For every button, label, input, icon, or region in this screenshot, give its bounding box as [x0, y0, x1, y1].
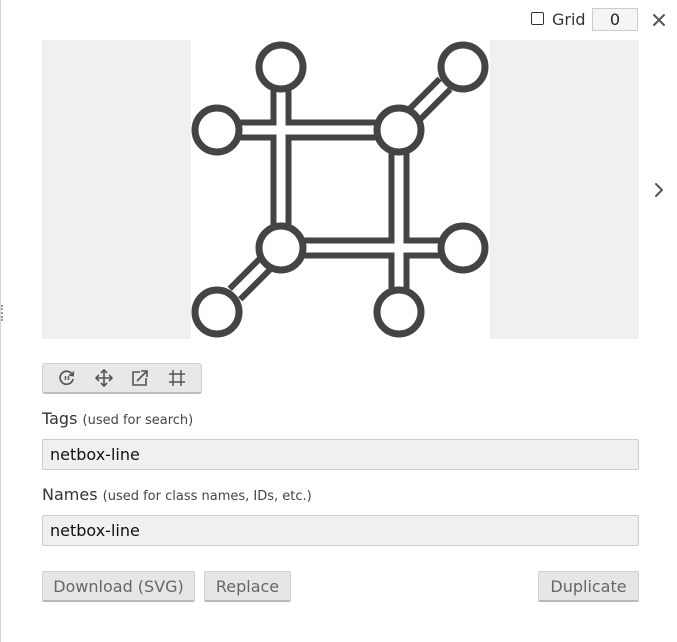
tags-hint: (used for search): [82, 413, 194, 428]
scale-button[interactable]: [128, 366, 152, 390]
icon-preview: [42, 40, 639, 339]
move-icon: [94, 369, 113, 387]
icon-editor-modal: Grid 0 Tags (used for search) netbox-lin…: [0, 0, 677, 642]
names-label-text: Names: [42, 485, 98, 504]
tags-input[interactable]: [42, 439, 639, 470]
tags-label-text: Tags: [42, 409, 78, 428]
chevron-right-icon: [655, 183, 663, 197]
replace-button[interactable]: Replace: [204, 571, 291, 602]
next-icon-button[interactable]: [651, 180, 667, 200]
names-input[interactable]: [42, 515, 639, 546]
tags-label: Tags (used for search): [42, 409, 193, 431]
close-icon: [653, 14, 665, 26]
grid-label: Grid: [552, 10, 586, 29]
preview-canvas: [191, 40, 490, 339]
rotate-button[interactable]: [55, 366, 79, 390]
scale-icon: [132, 370, 149, 386]
resize-handle[interactable]: [1, 305, 5, 321]
names-hint: (used for class names, IDs, etc.): [102, 489, 312, 504]
duplicate-button[interactable]: Duplicate: [538, 571, 639, 602]
grid-checkbox[interactable]: [531, 12, 544, 25]
crop-grid-icon: [168, 370, 185, 386]
move-button[interactable]: [92, 366, 116, 390]
names-label: Names (used for class names, IDs, etc.): [42, 485, 312, 507]
transform-toolbar: [42, 363, 202, 394]
crop-button[interactable]: [165, 366, 189, 390]
netbox-line-icon: [191, 41, 489, 338]
grid-size-input[interactable]: [592, 8, 638, 31]
close-button[interactable]: [649, 10, 669, 30]
download-svg-button[interactable]: Download (SVG): [42, 571, 195, 602]
rotate-icon: [59, 370, 75, 386]
